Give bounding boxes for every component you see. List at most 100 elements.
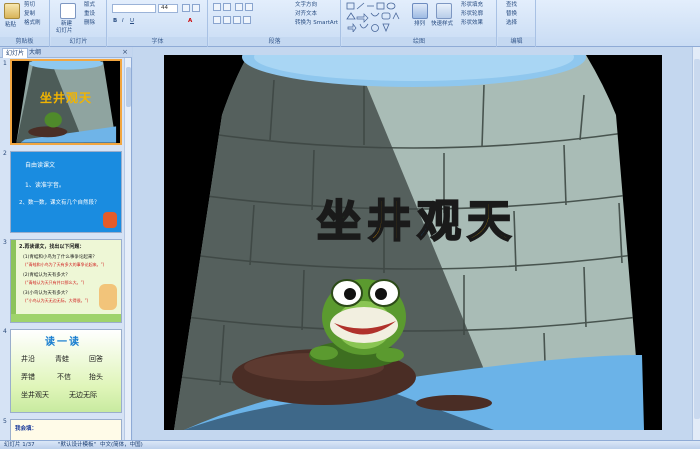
bullets-icon[interactable] (213, 3, 221, 11)
panel-scrollbar-thumb[interactable] (126, 67, 131, 107)
quick-styles-icon[interactable] (436, 3, 452, 19)
slide-3-heading: 2.再读课文，找出以下问题： (19, 244, 85, 250)
shape-effects-button[interactable]: 形状效果 (461, 20, 483, 27)
tab-outline[interactable]: 大纲 (26, 48, 44, 58)
status-bar: 幻灯片 1/37 "默认设计模板" 中文(简体，中国) (0, 440, 700, 449)
font-size-field[interactable]: 44 (158, 4, 178, 13)
slide-3-bamboo-image (11, 240, 16, 322)
copy-button[interactable]: 复制 (24, 11, 35, 18)
paste-button[interactable]: 粘贴 (5, 22, 16, 29)
text-direction-button[interactable]: 文字方向 (295, 2, 317, 9)
panel-scrollbar[interactable] (124, 58, 131, 440)
shape-outline-button[interactable]: 形状轮廓 (461, 11, 483, 18)
new-slide-button[interactable]: 新建 (61, 21, 72, 28)
slide-3-a2: (“青蛙认为天只有井口那么大。”) (25, 280, 85, 285)
font-group-label: 字体 (108, 37, 207, 46)
current-slide[interactable]: 坐 井 观 天 (164, 55, 662, 430)
slide-number-5: 5 (3, 418, 7, 425)
slide-4-word-4: 弄错 (21, 373, 35, 381)
clipboard-group: 粘贴 剪切 复制 格式刷 剪贴板 (0, 0, 50, 47)
increase-indent-icon[interactable] (245, 3, 253, 11)
decrease-indent-icon[interactable] (235, 3, 243, 11)
tab-slides[interactable]: 幻灯片 (2, 48, 29, 58)
cut-button[interactable]: 剪切 (24, 2, 35, 9)
quick-styles-button[interactable]: 快速样式 (431, 21, 453, 28)
slide-4-word-8: 无边无际 (69, 391, 97, 399)
underline-button[interactable]: U (130, 18, 134, 25)
slide-2-heading: 自由读课文 (25, 162, 56, 169)
slide-editing-area: 坐 井 观 天 (133, 47, 700, 440)
drawing-group: 排列 快速样式 形状填充 形状轮廓 形状效果 绘图 (342, 0, 497, 47)
slide-3-cartoon-image (99, 284, 117, 310)
slide-thumbnail-2[interactable]: 自由读课文 1、读准字音。 2、数一数，课文有几个自然段？ (10, 151, 122, 233)
main-scrollbar[interactable] (692, 47, 700, 440)
language-status[interactable]: 中文(简体，中国) (100, 441, 143, 449)
slide-panel: 幻灯片 大纲 × 1 坐井观天 2 自由读课文 1、读准字音。 2、数一数，课文… (0, 47, 132, 440)
slide-thumbnail-5[interactable]: 我会填： (10, 419, 122, 440)
slide-2-cartoon-image (103, 212, 117, 228)
slide-thumbnail-3[interactable]: 2.再读课文，找出以下问题： (1)青蛙和小鸟为了什么事争论起来？ (“青蛙和小… (10, 239, 122, 323)
slide-count-status: 幻灯片 1/37 (4, 442, 35, 448)
slide-number-1: 1 (3, 60, 7, 67)
slide-4-word-6: 抬头 (89, 373, 103, 381)
slide-thumbnail-4[interactable]: 读一读 井沿 青蛙 回答 弄错 不信 抬头 坐井观天 无边无际 (10, 329, 122, 413)
slide-title[interactable]: 坐 井 观 天 (274, 185, 554, 248)
new-slide-icon[interactable] (60, 3, 76, 19)
slides-group: 新建 幻灯片 版式 重设 删除 幻灯片 (51, 0, 107, 47)
slide-4-word-2: 青蛙 (55, 355, 69, 363)
find-button[interactable]: 查找 (506, 2, 517, 9)
align-right-icon[interactable] (233, 16, 241, 24)
align-left-icon[interactable] (213, 16, 221, 24)
slide-thumbnail-1[interactable]: 坐井观天 (10, 59, 122, 145)
slide-4-heading: 读一读 (45, 337, 81, 348)
replace-button[interactable]: 替换 (506, 11, 517, 18)
slide-title-char-1: 坐 (316, 195, 362, 248)
clipboard-group-label: 剪贴板 (0, 37, 49, 46)
select-button[interactable]: 选择 (506, 20, 517, 27)
editing-group: 查找 替换 选择 编辑 (498, 0, 536, 47)
slide-3-q2: (2)青蛙认为天有多大？ (23, 273, 70, 278)
slide-3-a1: (“青蛙和小鸟为了天有多大的事争论起来。”) (25, 262, 105, 267)
reset-button[interactable]: 重设 (84, 11, 95, 18)
new-slide-button-line2[interactable]: 幻灯片 (56, 28, 73, 35)
grow-font-icon[interactable] (182, 4, 190, 12)
font-name-field[interactable] (112, 4, 156, 13)
justify-icon[interactable] (243, 16, 251, 24)
shrink-font-icon[interactable] (192, 4, 200, 12)
theme-status: "默认设计模板" (58, 442, 97, 448)
slides-group-label: 幻灯片 (51, 37, 106, 46)
slide-3-a3: (“小鸟认为天无边无际，大得很。”) (25, 298, 89, 303)
drawing-group-label: 绘图 (342, 37, 496, 46)
align-text-button[interactable]: 对齐文本 (295, 11, 317, 18)
layout-button[interactable]: 版式 (84, 2, 95, 9)
slide-5-heading: 我会填： (15, 426, 38, 432)
slide-4-word-7: 坐井观天 (21, 391, 49, 399)
numbering-icon[interactable] (223, 3, 231, 11)
slide-2-line-1: 1、读准字音。 (25, 182, 65, 189)
shapes-gallery[interactable] (346, 2, 404, 32)
slide-4-word-5: 不信 (57, 373, 71, 381)
delete-button[interactable]: 删除 (84, 20, 95, 27)
slide-number-2: 2 (3, 150, 7, 157)
slide-3-q1: (1)青蛙和小鸟为了什么事争论起来？ (23, 255, 97, 260)
slide-3-grass-image (11, 314, 121, 322)
arrange-button[interactable]: 排列 (414, 21, 425, 28)
slide-1-thumb-title: 坐井观天 (40, 91, 93, 105)
editing-group-label: 编辑 (498, 37, 535, 46)
format-painter-button[interactable]: 格式刷 (24, 20, 41, 27)
slide-3-q3: (3)小鸟认为天有多大？ (23, 291, 70, 296)
bold-button[interactable]: B (113, 18, 117, 25)
arrange-icon[interactable] (412, 3, 428, 19)
paste-icon[interactable] (4, 3, 20, 19)
shape-fill-button[interactable]: 形状填充 (461, 2, 483, 9)
smartart-button[interactable]: 转换为 SmartArt (295, 20, 338, 27)
font-color-button[interactable]: A (188, 18, 192, 25)
slide-title-char-3: 观 (416, 195, 462, 248)
main-scrollbar-thumb[interactable] (694, 59, 700, 419)
italic-button[interactable]: I (122, 18, 124, 25)
close-panel-icon[interactable]: × (122, 48, 128, 56)
slide-number-3: 3 (3, 239, 7, 246)
panel-tabs: 幻灯片 大纲 × (0, 47, 132, 58)
align-center-icon[interactable] (223, 16, 231, 24)
slide-number-4: 4 (3, 328, 7, 335)
